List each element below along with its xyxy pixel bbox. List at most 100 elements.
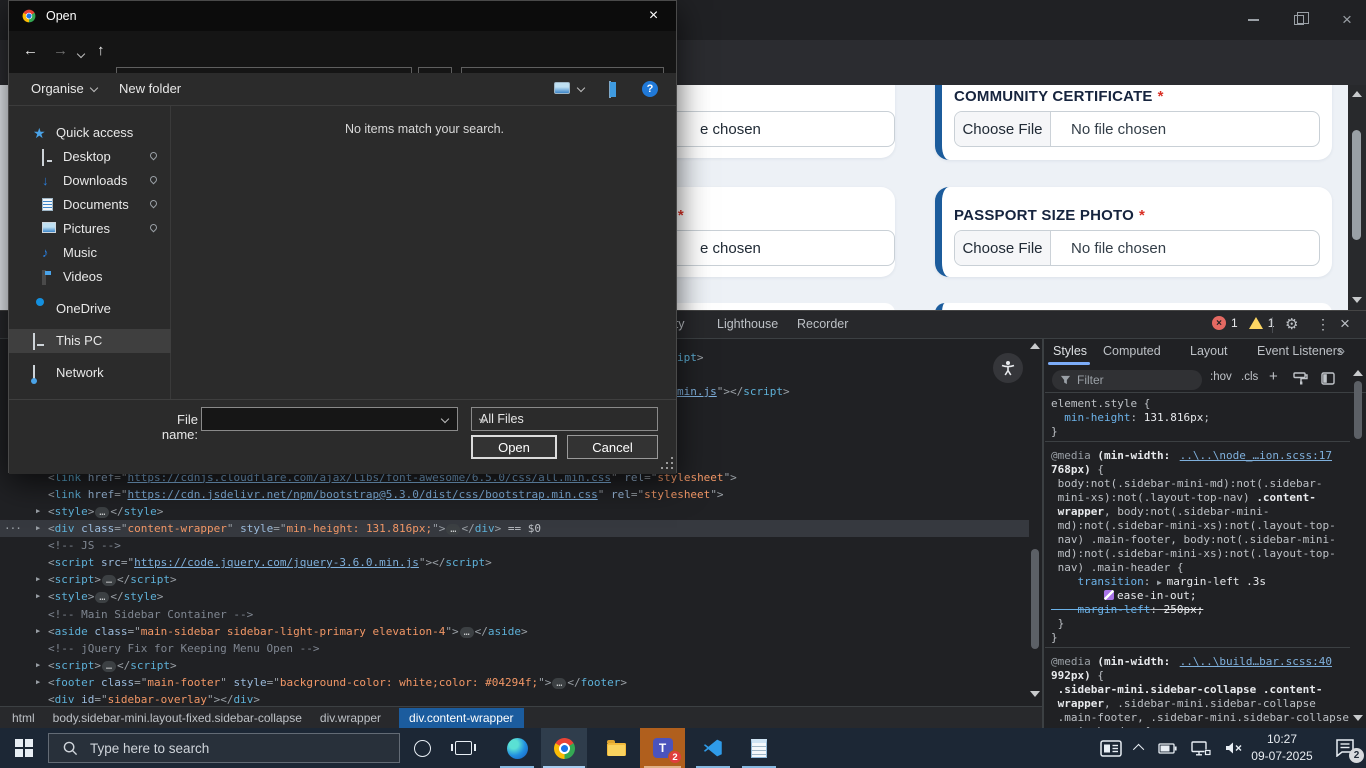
css-rule-line[interactable]: min-height: 131.816px; [1045,411,1350,425]
inspect-accessibility-icon[interactable] [993,353,1023,383]
css-rule-line[interactable]: ease-in-out; [1045,589,1350,603]
expand-chevron-icon[interactable]: ▶ [36,503,40,520]
panel-divider[interactable] [1042,339,1044,729]
window-minimize-button[interactable] [1238,8,1268,32]
choose-file-button[interactable]: Choose File [955,112,1051,146]
network-icon[interactable] [1191,741,1211,756]
settings-gear-icon[interactable]: ⚙ [1285,315,1298,333]
tab-recorder[interactable]: Recorder [797,317,848,331]
breadcrumb-content-wrapper[interactable]: div.content-wrapper [399,708,524,729]
css-rule-line[interactable]: } [1045,631,1350,645]
new-style-rule-icon[interactable]: + [1269,368,1278,385]
devtools-dom-node[interactable]: ▶<style>…</style> [0,588,1029,605]
devtools-dom-node[interactable]: ▶<aside class="main-sidebar sidebar-ligh… [0,623,1029,640]
css-rule-line[interactable]: 992px) { [1045,669,1350,683]
devtools-dom-node[interactable]: <link href="https://cdn.jsdelivr.net/npm… [0,486,1029,503]
sidebar-item-pictures[interactable]: Pictures [9,217,171,241]
window-close-button[interactable]: × [1332,8,1362,32]
sidebar-item-videos[interactable]: Videos [9,265,171,289]
css-rule-line[interactable]: wrapper, body:not(.sidebar-mini- [1045,505,1350,519]
css-rule-line[interactable]: .main-footer, .sidebar-mini.sidebar-coll… [1045,711,1350,725]
css-rule-line[interactable]: md):not(.sidebar-mini-xs):not(.layout-to… [1045,547,1350,561]
dialog-titlebar[interactable]: Open × [9,1,676,31]
notepad-button[interactable] [738,728,780,768]
scroll-up-icon[interactable] [1030,343,1040,349]
devtools-dom-node[interactable]: min.js"></script> [677,383,1029,400]
sidebar-item-quick-access[interactable]: ★ Quick access [9,121,171,145]
preview-pane-button[interactable] [609,82,611,97]
expand-chevron-icon[interactable]: ▶ [36,657,40,674]
chrome-button[interactable] [541,728,587,768]
expand-chevron-icon[interactable]: ▶ [36,588,40,605]
devtools-dom-node[interactable]: <div id="sidebar-overlay"></div> [0,691,1029,706]
devtools-dom-node[interactable]: ▶<script>…</script> [0,657,1029,674]
scroll-down-icon[interactable] [1353,715,1363,721]
tab-layout[interactable]: Layout [1190,344,1228,358]
file-type-select[interactable]: All Files [471,407,658,431]
styles-filter-input[interactable]: Filter [1052,370,1202,390]
console-badges[interactable]: × 1 1 [1212,316,1274,330]
css-rule-line[interactable]: transition: ▶ margin-left .3s [1045,575,1350,589]
resize-grip-icon[interactable] [659,455,673,469]
css-rule-line[interactable]: } [1045,425,1350,439]
file-input[interactable]: Choose File No file chosen [954,111,1320,147]
tab-event-listeners[interactable]: Event Listeners [1257,344,1343,358]
volume-muted-icon[interactable] [1225,741,1243,755]
expand-chevron-icon[interactable]: ▶ [36,571,40,588]
css-rule-line[interactable]: margin-left: 250px; [1045,603,1350,617]
css-rule-line[interactable]: body:not(.sidebar-mini-md):not(.sidebar- [1045,477,1350,491]
devtools-close-icon[interactable]: × [1340,314,1350,334]
more-tabs-icon[interactable]: » [1338,344,1345,358]
css-rule-line[interactable]: } [1045,617,1350,631]
taskbar-search-input[interactable]: Type here to search [48,733,400,763]
page-scrollbar[interactable] [1348,85,1366,310]
tab-styles[interactable]: Styles [1053,344,1087,358]
devtools-dom-node[interactable]: <!-- JS --> [0,537,1029,554]
devtools-dom-node[interactable]: ipt> [677,349,1029,366]
css-rule-line[interactable]: md):not(.sidebar-mini-xs):not(.layout-to… [1045,519,1350,533]
scroll-down-icon[interactable] [1352,297,1362,303]
taskbar-clock[interactable]: 10:27 09-07-2025 [1246,731,1318,765]
action-center-button[interactable]: 2 [1324,728,1366,768]
devtools-dom-node[interactable]: ▶<style>…</style> [0,503,1029,520]
cortana-button[interactable] [404,728,440,768]
sidebar-item-desktop[interactable]: Desktop [9,145,171,169]
devtools-dom-node[interactable]: ···▶<div class="content-wrapper" style="… [0,520,1029,537]
sidebar-item-this-pc[interactable]: This PC [9,329,171,353]
rendering-emulation-icon[interactable] [1293,372,1308,385]
sidebar-item-onedrive[interactable]: OneDrive [9,297,171,321]
recent-locations-chevron[interactable] [77,50,85,58]
expand-chevron-icon[interactable]: ▶ [36,674,40,691]
open-button[interactable]: Open [471,435,557,459]
scroll-up-icon[interactable] [1353,370,1363,376]
up-icon[interactable]: ↑ [97,42,105,59]
breadcrumb-body[interactable]: body.sidebar-mini.layout-fixed.sidebar-c… [53,711,302,725]
scroll-down-icon[interactable] [1030,691,1040,697]
scroll-up-icon[interactable] [1352,91,1362,97]
css-rule-line[interactable]: @media (min-width:..\..\build…bar.scss:4… [1045,655,1350,669]
styles-scrollbar[interactable] [1352,367,1365,729]
window-restore-button[interactable] [1284,8,1314,32]
css-rule-line[interactable]: 768px) { [1045,463,1350,477]
sidebar-item-network[interactable]: Network [9,361,171,385]
battery-icon[interactable] [1158,743,1177,754]
new-folder-button[interactable]: New folder [119,81,181,96]
start-button[interactable] [0,728,48,768]
css-rule-line[interactable]: @media (min-width:..\..\node_…ion.scss:1… [1045,449,1350,463]
devtools-dom-node[interactable]: ▶<script>…</script> [0,571,1029,588]
show-hidden-icons-chevron[interactable] [1133,744,1144,755]
choose-file-button[interactable]: Choose File [955,231,1051,265]
view-options-button[interactable] [554,82,584,94]
devtools-dom-node[interactable]: ▶<footer class="main-footer" style="back… [0,674,1029,691]
devtools-dom-node[interactable]: <script src="https://code.jquery.com/jqu… [0,554,1029,571]
task-view-button[interactable] [444,728,482,768]
css-rule-line[interactable]: nav) .main-footer, body:not(.sidebar-min… [1045,533,1350,547]
cancel-button[interactable]: Cancel [567,435,658,459]
file-explorer-button[interactable] [594,728,638,768]
css-rule-line[interactable]: mini-xs):not(.layout-top-nav) .content- [1045,491,1350,505]
forward-icon[interactable]: → [53,42,68,59]
css-rule-line[interactable]: element.style { [1045,397,1350,411]
teams-button[interactable]: T 2 [640,728,685,768]
scrollbar-thumb[interactable] [1354,381,1362,439]
css-rule-line[interactable]: nav) .main-header { [1045,561,1350,575]
